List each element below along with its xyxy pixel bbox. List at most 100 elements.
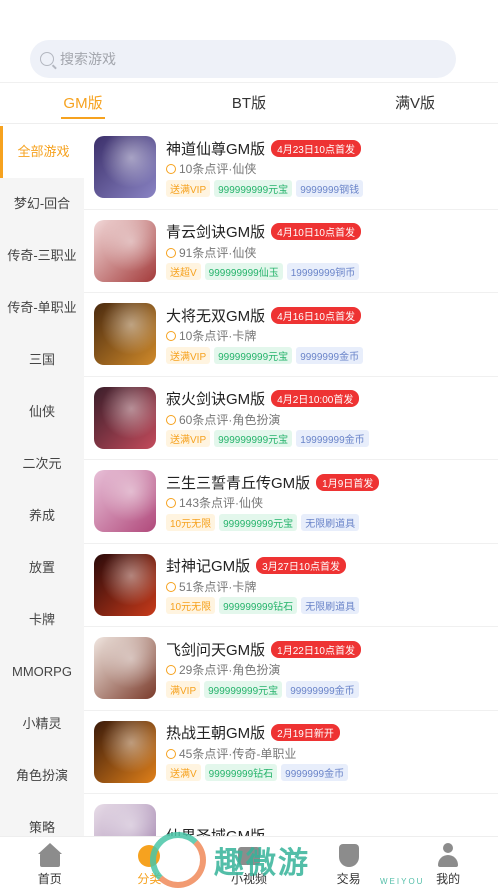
perk-tag: 999999999元宝 — [219, 513, 298, 531]
launch-badge: 1月22日10点首发 — [271, 640, 361, 658]
game-name[interactable]: 寂火剑诀GM版 — [166, 388, 265, 409]
game-thumbnail[interactable] — [94, 720, 156, 783]
game-info: 飞剑问天GM版 1月22日10点首发 29条点评·角色扮演 满VIP 999999999… — [166, 638, 498, 698]
tab-gm[interactable]: GM版 — [0, 83, 166, 123]
comment-icon — [166, 414, 176, 425]
nav-label: 首页 — [37, 872, 62, 886]
perk-tag: 99999999金币 — [286, 680, 359, 698]
game-name[interactable]: 热战王朝GM版 — [166, 722, 265, 743]
game-name[interactable]: 封神记GM版 — [166, 555, 250, 576]
game-name[interactable]: 三生三誓青丘传GM版 — [166, 472, 310, 493]
nav-home[interactable]: 首页 — [0, 837, 100, 892]
sidebar-item-all[interactable]: 全部游戏 — [0, 126, 84, 178]
tab-manv[interactable]: 满V版 — [332, 83, 498, 123]
sidebar-item-chuanqi-3[interactable]: 传奇-三职业 — [0, 230, 84, 282]
game-thumbnail[interactable] — [94, 136, 156, 199]
game-list-item[interactable]: 热战王朝GM版 2月19日新开 45条点评·传奇-单职业 送满V 99999999钻石 9… — [84, 711, 498, 794]
app-root: GM版 BT版 满V版 全部游戏 梦幻-回合 传奇-三职业 传奇-单职业 三国 … — [0, 0, 498, 892]
game-list-item[interactable]: 大将无双GM版 4月16日10点首发 10条点评·卡牌 送满VIP 999999999元… — [84, 293, 498, 377]
sidebar-item-chuanqi-1[interactable]: 传奇-单职业 — [0, 282, 84, 334]
sidebar-item-strategy[interactable]: 策略 — [0, 802, 84, 836]
game-list-item[interactable]: 寂火剑诀GM版 4月2日10:00首发 60条点评·角色扮演送满VIP 9999999… — [84, 377, 498, 460]
version-tabs: GM版 BT版 满V版 — [0, 82, 498, 124]
game-info: 寂火剑诀GM版 4月2日10:00首发 60条点评·角色扮演送满VIP 9999999… — [166, 388, 498, 448]
comment-icon — [166, 581, 176, 592]
perk-tag: 999999999元宝 — [214, 430, 293, 448]
game-info: 三生三誓青丘传GM版 1月9日首发 143条点评·仙侠 10元无限 999999999元… — [166, 471, 498, 531]
launch-badge: 4月2日10:00首发 — [271, 390, 360, 408]
perk-tag: 999999999仙玉 — [204, 263, 283, 281]
video-icon — [236, 843, 262, 867]
perk-tag: 99999999钻石 — [204, 764, 278, 782]
home-icon — [37, 843, 63, 867]
perk-tag: 10元无限 — [166, 513, 216, 531]
category-icon — [136, 843, 162, 867]
nav-profile[interactable]: 我的 — [398, 837, 498, 892]
game-thumbnail[interactable] — [94, 804, 156, 836]
game-list-item[interactable]: 仙界圣域GM版 — [84, 794, 498, 836]
game-name[interactable]: 神道仙尊GM版 — [166, 138, 265, 159]
sidebar-item-mmorpg[interactable]: MMORPG — [0, 646, 84, 698]
comment-count: 91条点评·仙侠 — [179, 245, 257, 260]
game-list-item[interactable]: 青云剑诀GM版 4月10日10点首发 91条点评·仙侠 送超V 999999999仙玉 1… — [84, 210, 498, 293]
comment-count: 10条点评·仙侠 — [179, 162, 257, 177]
sidebar-item-card[interactable]: 卡牌 — [0, 594, 84, 646]
perk-tag: 无限刷道具 — [301, 513, 360, 531]
game-list-item[interactable]: 三生三誓青丘传GM版 1月9日首发 143条点评·仙侠 10元无限 999999999元… — [84, 460, 498, 544]
bottom-nav: 首页 分类 小视频 交易 我的 — [0, 836, 498, 892]
game-info: 封神记GM版 3月27日10点首发 51条点评·卡牌 10元无限 999999999钻石… — [166, 555, 498, 615]
perk-tag: 999999999元宝 — [214, 179, 293, 197]
game-name[interactable]: 青云剑诀GM版 — [166, 221, 265, 242]
search-input[interactable] — [60, 51, 440, 67]
launch-badge: 4月23日10点首发 — [271, 139, 361, 157]
game-thumbnail[interactable] — [94, 219, 156, 282]
game-thumbnail[interactable] — [94, 637, 156, 700]
tab-bt[interactable]: BT版 — [166, 83, 332, 123]
trade-icon — [336, 843, 362, 867]
sidebar-item-idle[interactable]: 放置 — [0, 542, 84, 594]
launch-badge: 1月9日首发 — [316, 473, 380, 491]
nav-video[interactable]: 小视频 — [199, 837, 299, 892]
game-list-item[interactable]: 飞剑问天GM版 1月22日10点首发 29条点评·角色扮演 满VIP 999999999… — [84, 627, 498, 711]
perk-tag: 999999999元宝 — [204, 680, 283, 698]
comment-icon — [166, 247, 176, 258]
comment-count: 51条点评·卡牌 — [179, 579, 257, 594]
perk-tag: 9999999金币 — [296, 346, 364, 364]
sidebar-item-rpg[interactable]: 角色扮演 — [0, 750, 84, 802]
sidebar-item-menghuan[interactable]: 梦幻-回合 — [0, 178, 84, 230]
game-info: 青云剑诀GM版 4月10日10点首发 91条点评·仙侠 送超V 999999999仙玉 1… — [166, 221, 498, 281]
game-list-item[interactable]: 神道仙尊GM版 4月23日10点首发 10条点评·仙侠送满VIP 999999999元… — [84, 126, 498, 210]
game-name[interactable]: 仙界圣域GM版 — [166, 825, 265, 836]
sidebar-item-anime[interactable]: 二次元 — [0, 438, 84, 490]
game-list-item[interactable]: 封神记GM版 3月27日10点首发 51条点评·卡牌 10元无限 999999999钻石… — [84, 544, 498, 627]
nav-label: 小视频 — [230, 872, 267, 886]
perk-tag: 999999999钻石 — [219, 597, 298, 615]
comment-icon — [166, 665, 176, 676]
nav-category[interactable]: 分类 — [100, 837, 200, 892]
nav-label: 交易 — [336, 872, 361, 886]
perk-tag: 9999999金币 — [281, 764, 349, 782]
profile-icon — [435, 843, 461, 867]
game-name[interactable]: 大将无双GM版 — [166, 305, 265, 326]
game-thumbnail[interactable] — [94, 303, 156, 366]
perk-tag: 10元无限 — [166, 597, 216, 615]
game-thumbnail[interactable] — [94, 386, 156, 449]
perk-tag: 送满VIP — [166, 179, 211, 197]
sidebar-item-xianxia[interactable]: 仙侠 — [0, 386, 84, 438]
perk-tag: 999999999元宝 — [214, 346, 293, 364]
comment-count: 60条点评·角色扮演 — [179, 412, 281, 427]
game-thumbnail[interactable] — [94, 553, 156, 616]
nav-trade[interactable]: 交易 — [299, 837, 399, 892]
search-bar[interactable] — [30, 40, 456, 78]
game-name[interactable]: 飞剑问天GM版 — [166, 639, 265, 660]
sidebar-item-pet[interactable]: 小精灵 — [0, 698, 84, 750]
game-info: 热战王朝GM版 2月19日新开 45条点评·传奇-单职业 送满V 99999999钻石 9… — [166, 722, 498, 782]
comment-icon — [166, 498, 176, 509]
game-info: 仙界圣域GM版 — [166, 824, 498, 836]
perk-tag: 送满VIP — [166, 430, 211, 448]
nav-label: 分类 — [137, 872, 162, 886]
sidebar-item-raising[interactable]: 养成 — [0, 490, 84, 542]
sidebar-item-sanguo[interactable]: 三国 — [0, 334, 84, 386]
game-thumbnail[interactable] — [94, 470, 156, 533]
nav-label: 我的 — [436, 872, 461, 886]
